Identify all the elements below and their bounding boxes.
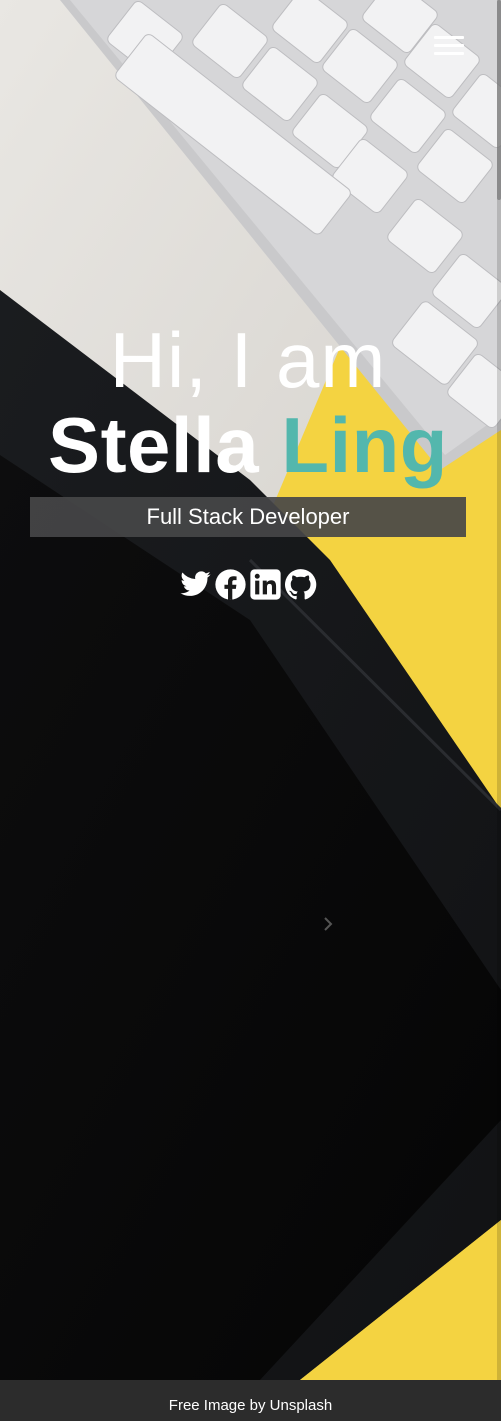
scrollbar-thumb[interactable] <box>497 0 501 200</box>
menu-bar <box>434 36 464 39</box>
hero-background-image <box>0 0 501 1380</box>
linkedin-link[interactable] <box>249 568 282 601</box>
page: Hi, I am Stella Ling Full Stack Develope… <box>0 0 501 1421</box>
social-links <box>179 568 317 602</box>
last-name: Ling <box>281 401 448 489</box>
hamburger-menu-icon[interactable] <box>434 34 464 56</box>
facebook-icon <box>215 569 246 600</box>
greeting-text: Hi, I am <box>109 316 387 404</box>
image-credit-link[interactable]: Free Image by Unsplash <box>169 1397 332 1414</box>
twitter-link[interactable] <box>179 568 212 601</box>
first-name: Stella <box>48 401 260 489</box>
linkedin-icon <box>250 569 281 600</box>
twitter-icon <box>180 571 211 596</box>
github-icon <box>285 569 317 600</box>
menu-bar <box>434 52 464 55</box>
scrollbar[interactable] <box>497 0 501 1380</box>
hero-heading: Hi, I am Stella Ling <box>0 318 496 488</box>
footer: Free Image by Unsplash <box>0 1380 501 1421</box>
full-name: Stella Ling <box>0 402 496 488</box>
facebook-link[interactable] <box>214 568 247 601</box>
menu-bar <box>434 44 464 47</box>
role-title: Full Stack Developer <box>30 497 466 537</box>
github-link[interactable] <box>284 568 317 601</box>
